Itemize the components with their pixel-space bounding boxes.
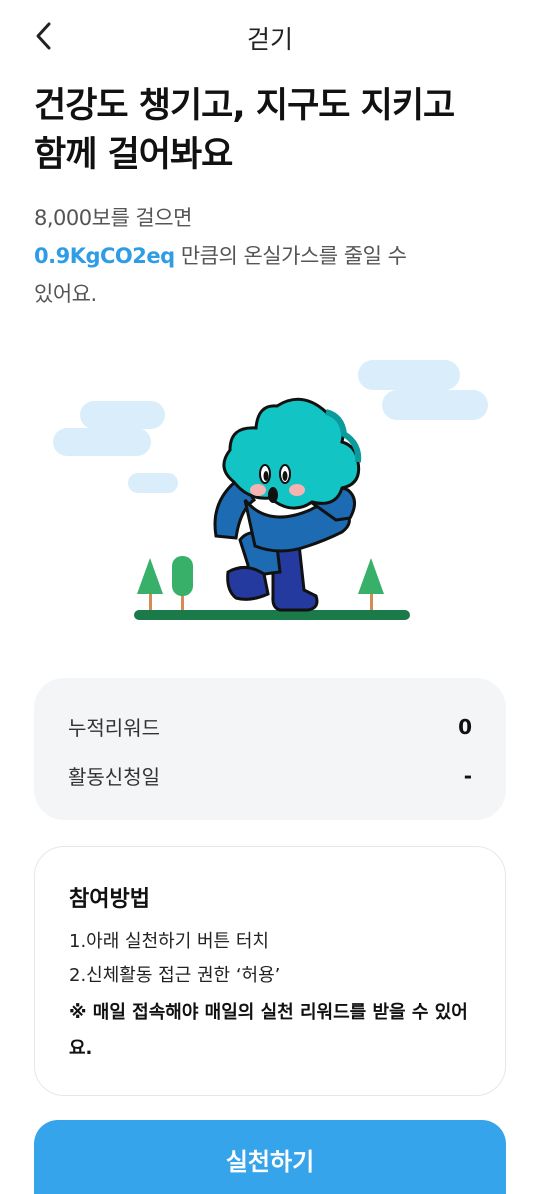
info-row-apply-date: 활동신청일 - xyxy=(68,761,472,790)
how-to-step: 1.아래 실천하기 버튼 터치 xyxy=(69,931,269,952)
how-to-note: ※ 매일 접속해야 매일의 실천 리워드를 받을 수 있어요. xyxy=(69,1002,468,1059)
how-to-step: 2.신체활동 접근 권한 ‘허용’ xyxy=(69,965,281,986)
walking-character-illustration xyxy=(53,360,488,620)
info-value: - xyxy=(463,763,472,788)
headline-line-2: 함께 걸어봐요 xyxy=(34,135,233,175)
description-line-2: 0.9KgCO2eq 만큼의 온실가스를 줄일 수 xyxy=(34,237,504,275)
info-value: 0 xyxy=(458,714,472,739)
info-label: 활동신청일 xyxy=(68,765,160,789)
info-label: 누적리워드 xyxy=(68,716,160,740)
character-body xyxy=(213,397,362,612)
headline: 건강도 챙기고, 지구도 지키고 함께 걸어봐요 xyxy=(34,82,514,180)
page-title: 걷기 xyxy=(246,25,293,54)
info-row-reward: 누적리워드 0 xyxy=(68,712,472,741)
description-line-3: 있어요. xyxy=(34,282,97,306)
reward-info-card: 누적리워드 0 활동신청일 - xyxy=(34,678,506,820)
co2-amount: 0.9KgCO2eq xyxy=(34,244,175,268)
how-to-title: 참여방법 xyxy=(69,887,150,912)
practice-button[interactable]: 실천하기 xyxy=(34,1120,506,1194)
headline-line-1: 건강도 챙기고, 지구도 지키고 xyxy=(34,86,455,126)
description-line-1: 8,000보를 걸으면 xyxy=(34,206,192,230)
ground xyxy=(134,610,410,620)
description-line-2-rest: 만큼의 온실가스를 줄일 수 xyxy=(174,244,407,268)
header: 걷기 xyxy=(0,0,540,74)
description: 8,000보를 걸으면 0.9KgCO2eq 만큼의 온실가스를 줄일 수 있어… xyxy=(34,199,504,313)
how-to-participate-card: 참여방법 1.아래 실천하기 버튼 터치 2.신체활동 접근 권한 ‘허용’ ※… xyxy=(34,846,506,1096)
